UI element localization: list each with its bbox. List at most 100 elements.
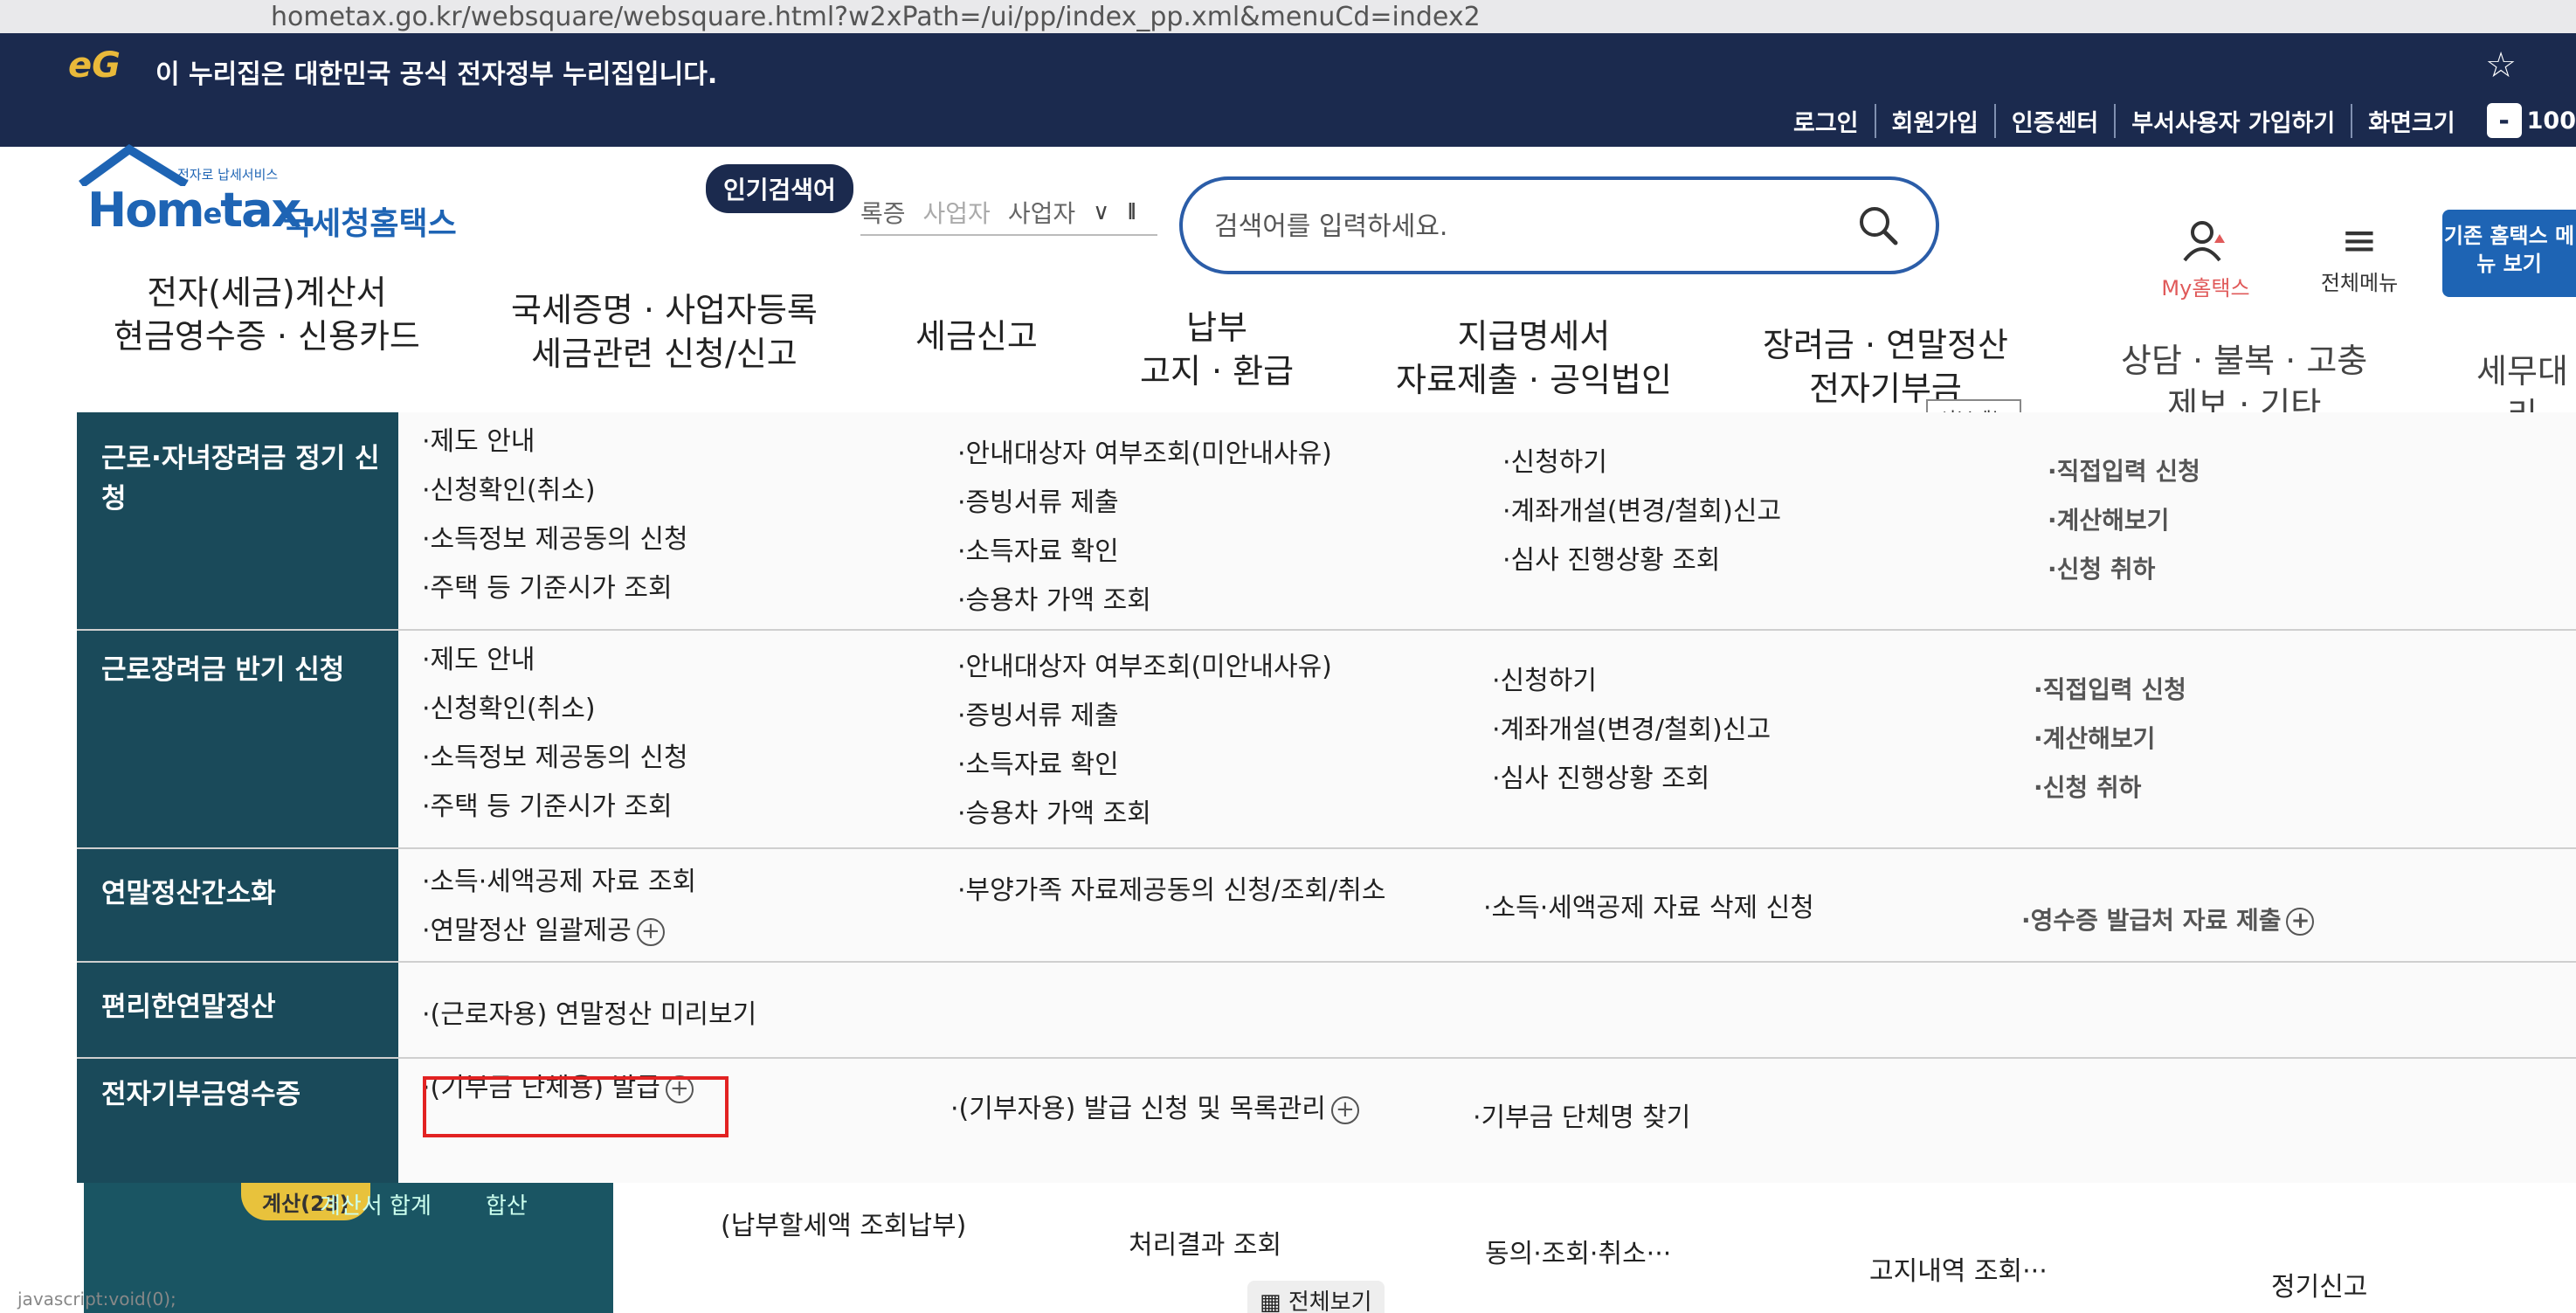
login-link[interactable]: 로그인 [1778, 104, 1875, 138]
menu-link[interactable]: ·기부금 단체명 찾기 [1473, 1094, 1690, 1143]
menu-link[interactable]: ·증빙서류 제출 [957, 479, 1332, 528]
menu-link[interactable]: ·심사 진행상황 조회 [1502, 536, 1781, 585]
menu-link[interactable]: ·증빙서류 제출 [957, 692, 1332, 741]
address-bar[interactable]: hometax.go.kr/websquare/websquare.html?w… [0, 0, 2576, 33]
menu-row-yearend-simplified: 연말정산간소화 ·소득·세액공제 자료 조회 ·연말정산 일괄제공 + ·부양가족… [77, 849, 2576, 963]
logo-tagline: 전자로 납세서비스 [177, 167, 279, 183]
menu-link-with-plus[interactable]: ·영수증 발급처 자료 제출 + [2021, 896, 2315, 945]
menu-link[interactable]: ·소득·세액공제 자료 삭제 신청 [1483, 884, 1814, 933]
menu-link-with-plus[interactable]: ·(기부자용) 발급 신청 및 목록관리 + [950, 1085, 1359, 1134]
menu-link[interactable]: ·소득정보 제공동의 신청 [422, 734, 688, 783]
gnb-tax-filing[interactable]: 세금신고 [915, 314, 1038, 358]
menu-link[interactable]: ·신청 취하 [2034, 764, 2186, 812]
bottom-item[interactable]: 처리결과 조회 [1129, 1223, 1281, 1261]
status-bar-text: javascript:void(0); [17, 1289, 176, 1310]
popular-search-badge: 인기검색어 [706, 164, 853, 213]
menu-col: ·소득·세액공제 자료 삭제 신청 [1483, 884, 1814, 933]
menu-link[interactable]: ·계좌개설(변경/철회)신고 [1492, 706, 1771, 755]
search-input[interactable] [1214, 204, 1826, 248]
menu-link[interactable]: ·승용차 가액 조회 [957, 790, 1332, 839]
menu-link[interactable]: ·계산해보기 [2034, 715, 2186, 764]
gnb-certificates[interactable]: 국세증명 · 사업자등록 세금관련 신청/신고 [511, 288, 818, 376]
menu-col: ·기부금 단체명 찾기 [1473, 1094, 1690, 1143]
menu-link[interactable]: ·안내대상자 여부조회(미안내사유) [957, 430, 1332, 479]
house-roof-icon [79, 144, 189, 186]
plus-circle-icon[interactable]: + [2286, 908, 2315, 936]
hometax-page: 로그인 회원가입 인증센터 부서사용자 가입하기 화면크기 - 100 전자로 … [0, 96, 2576, 1313]
popular-word[interactable]: 록증 [860, 195, 906, 230]
logo-name: 국세청홈택스 [283, 206, 457, 242]
menu-link[interactable]: ·신청확인(취소) [422, 466, 688, 515]
bottom-tab[interactable]: 계산서 합계 [320, 1188, 432, 1220]
utility-links: 로그인 회원가입 인증센터 부서사용자 가입하기 화면크기 - 100 [1778, 103, 2576, 138]
menu-link[interactable]: ·신청하기 [1502, 439, 1781, 487]
url-text[interactable]: hometax.go.kr/websquare/websquare.html?w… [271, 2, 1481, 32]
user-icon [2183, 221, 2225, 262]
popular-word[interactable]: 사업자 [1008, 195, 1075, 230]
menu-link[interactable]: ·안내대상자 여부조회(미안내사유) [957, 643, 1332, 692]
menu-link-with-plus[interactable]: ·연말정산 일괄제공 + [422, 907, 696, 956]
menu-col: ·신청하기 ·계좌개설(변경/철회)신고 ·심사 진행상황 조회 [1492, 657, 1771, 804]
cert-center-link[interactable]: 인증센터 [1993, 103, 2114, 138]
menu-link[interactable]: ·소득자료 확인 [957, 528, 1332, 577]
chevron-down-icon[interactable]: ∨ [1093, 199, 1109, 225]
bookmark-star-icon[interactable]: ☆ [2485, 45, 2517, 86]
menu-link[interactable]: ·승용차 가액 조회 [957, 577, 1332, 625]
menu-col: ·부양가족 자료제공동의 신청/조회/취소 [957, 867, 1385, 916]
menu-link[interactable]: ·직접입력 신청 [2034, 666, 2186, 715]
menu-row-incentive-half: 근로장려금 반기 신청 ·제도 안내 ·신청확인(취소) ·소득정보 제공동의 … [77, 631, 2576, 849]
gnb-payment-statement[interactable]: 지급명세서 자료제출 · 공익법인 [1396, 314, 1672, 402]
menu-col: ·(기부자용) 발급 신청 및 목록관리 + [950, 1085, 1359, 1134]
row-title[interactable]: 근로장려금 반기 신청 [101, 650, 381, 690]
plus-circle-icon[interactable]: + [636, 917, 665, 946]
menu-col: ·소득·세액공제 자료 조회 ·연말정산 일괄제공 + [422, 858, 696, 956]
row-title[interactable]: 전자기부금영수증 [101, 1075, 381, 1115]
menu-link[interactable]: ·직접입력 신청 [2048, 447, 2200, 496]
signup-link[interactable]: 회원가입 [1874, 103, 1994, 138]
bottom-item[interactable]: 정기신고 [2271, 1265, 2367, 1303]
dept-user-signup-link[interactable]: 부서사용자 가입하기 [2114, 103, 2351, 138]
menu-link[interactable]: ·계좌개설(변경/철회)신고 [1502, 487, 1781, 536]
menu-link[interactable]: ·제도 안내 [422, 418, 688, 466]
global-nav: 전자(세금)계산서 현금영수증 · 신용카드 국세증명 · 사업자등록 세금관련… [0, 271, 2576, 522]
zoom-out-button[interactable]: - [2486, 103, 2522, 138]
menu-col: ·제도 안내 ·신청확인(취소) ·소득정보 제공동의 신청 ·주택 등 기준시… [422, 418, 688, 613]
menu-col: ·(근로자용) 연말정산 미리보기 [422, 991, 756, 1040]
menu-link[interactable]: ·신청확인(취소) [422, 685, 688, 734]
row-title[interactable]: 편리한연말정산 [101, 987, 381, 1027]
menu-link[interactable]: ·소득자료 확인 [957, 741, 1332, 790]
menu-row-easy-yearend: 편리한연말정산 ·(근로자용) 연말정산 미리보기 [77, 963, 2576, 1059]
gnb-payment[interactable]: 납부 고지 · 환급 [1140, 306, 1294, 393]
bottom-item[interactable]: 동의·조회·취소··· [1485, 1232, 1671, 1270]
menu-link[interactable]: ·제도 안내 [422, 636, 688, 685]
view-all-button[interactable]: ▦ 전체보기 [1247, 1281, 1385, 1313]
bottom-item[interactable]: 고지내역 조회··· [1869, 1249, 2048, 1288]
row-title[interactable]: 근로·자녀장려금 정기 신청 [101, 439, 381, 519]
menu-link[interactable]: ·신청 취하 [2048, 545, 2200, 594]
yearend-preview-link[interactable]: ·(근로자용) 연말정산 미리보기 [422, 991, 756, 1040]
menu-col: ·직접입력 신청 ·계산해보기 ·신청 취하 [2048, 447, 2200, 594]
gnb-e-invoice[interactable]: 전자(세금)계산서 현금영수증 · 신용카드 [114, 271, 420, 358]
menu-link[interactable]: ·신청하기 [1492, 657, 1771, 706]
menu-link[interactable]: ·부양가족 자료제공동의 신청/조회/취소 [957, 867, 1385, 916]
row-title[interactable]: 연말정산간소화 [101, 874, 381, 914]
menu-link[interactable]: ·주택 등 기준시가 조회 [422, 564, 688, 613]
plus-circle-icon[interactable]: + [1330, 1095, 1359, 1124]
search-box [1179, 176, 1939, 274]
pause-icon[interactable]: II [1127, 199, 1137, 225]
menu-col: ·안내대상자 여부조회(미안내사유) ·증빙서류 제출 ·소득자료 확인 ·승용… [957, 430, 1332, 625]
menu-col: ·직접입력 신청 ·계산해보기 ·신청 취하 [2034, 666, 2186, 812]
popular-word[interactable]: 사업자 [923, 195, 991, 230]
menu-link[interactable]: ·심사 진행상황 조회 [1492, 755, 1771, 804]
gov-banner: eG 이 누리집은 대한민국 공식 전자정부 누리집입니다. ☆ [0, 33, 2576, 96]
menu-link[interactable]: ·계산해보기 [2048, 496, 2200, 545]
egov-logo: eG [68, 45, 121, 86]
hometax-logo[interactable]: 전자로 납세서비스 Hometax. 국세청홈택스 [77, 144, 487, 242]
search-icon[interactable] [1855, 203, 1901, 248]
popular-search-words[interactable]: 록증 사업자 사업자 ∨ II [860, 190, 1157, 236]
bottom-tab[interactable]: 합산 [486, 1188, 528, 1220]
menu-link[interactable]: ·소득·세액공제 자료 조회 [422, 858, 696, 907]
menu-link[interactable]: ·주택 등 기준시가 조회 [422, 783, 688, 832]
bottom-item[interactable]: (납부할세액 조회납부) [721, 1204, 966, 1242]
menu-link[interactable]: ·소득정보 제공동의 신청 [422, 515, 688, 564]
